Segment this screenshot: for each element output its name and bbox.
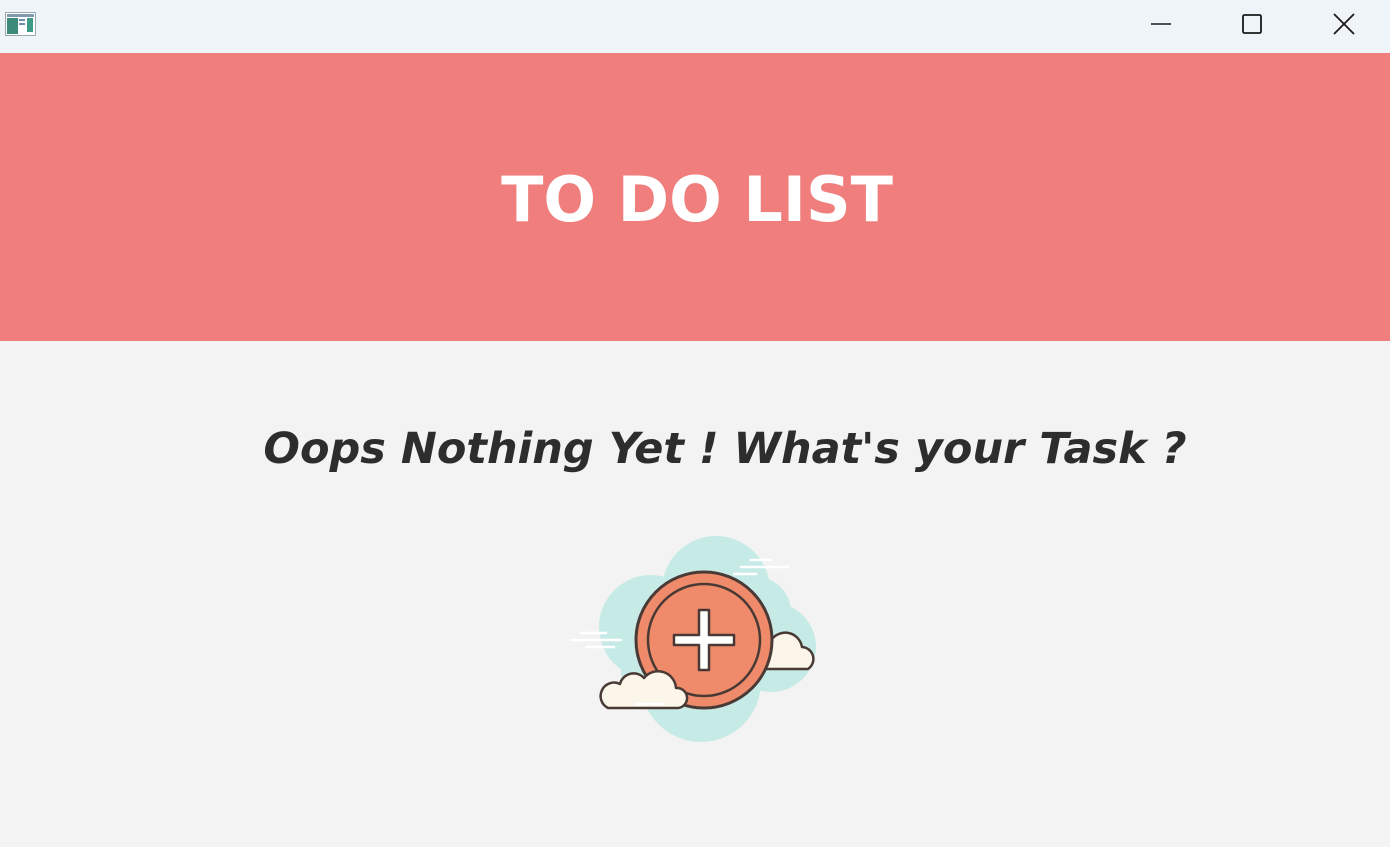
empty-state-message: Oops Nothing Yet ! What's your Task ? xyxy=(263,424,1187,474)
page-title: TO DO LIST xyxy=(501,162,893,236)
maximize-icon xyxy=(1241,13,1263,35)
empty-state: Oops Nothing Yet ! What's your Task ? xyxy=(0,424,1390,484)
header-banner: TO DO LIST xyxy=(0,53,1390,341)
minimize-button[interactable] xyxy=(1115,0,1207,48)
app-window: TO DO LIST Oops Nothing Yet ! What's you… xyxy=(0,0,1390,847)
title-bar xyxy=(0,0,1390,53)
app-icon xyxy=(5,12,36,36)
add-task-cloud-icon xyxy=(566,536,822,752)
close-icon xyxy=(1333,13,1355,35)
add-task-button[interactable] xyxy=(566,532,822,748)
maximize-button[interactable] xyxy=(1206,0,1298,48)
minimize-icon xyxy=(1150,13,1172,35)
close-button[interactable] xyxy=(1298,0,1390,48)
